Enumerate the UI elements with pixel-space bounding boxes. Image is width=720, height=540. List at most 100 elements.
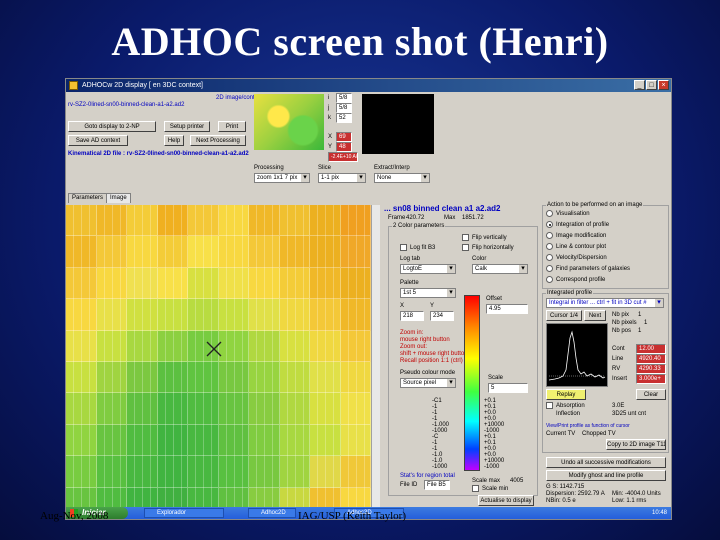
window-title-bar[interactable]: ADHOCw 2D display [ en 3DC context] _ □ … (66, 79, 671, 92)
map-cell[interactable] (66, 267, 97, 300)
map-cell[interactable] (310, 393, 341, 425)
map-cell[interactable] (279, 393, 310, 425)
map-cell[interactable] (218, 424, 249, 457)
action-option-radio[interactable] (546, 210, 553, 217)
integrated-select[interactable]: Integral in filter ... ctrl + fit in 3D … (546, 298, 664, 308)
map-cell[interactable] (218, 361, 249, 394)
goto-display-button[interactable]: Goto display to 2-NP (68, 121, 156, 132)
map-cell[interactable] (127, 456, 158, 488)
map-cell[interactable] (96, 330, 127, 362)
next-processing-button[interactable]: Next Processing (190, 135, 246, 146)
action-option-radio[interactable] (546, 276, 553, 283)
cursor-prev-button[interactable]: Cursor 1/4 (546, 310, 582, 321)
map-cell[interactable] (157, 236, 188, 268)
map-cell[interactable] (218, 205, 249, 237)
map-cell[interactable] (66, 456, 97, 488)
map-cell[interactable] (66, 236, 97, 268)
map-cell[interactable] (340, 361, 371, 394)
map-cell[interactable] (96, 393, 127, 425)
action-option-radio[interactable] (546, 232, 553, 239)
map-cell[interactable] (66, 393, 97, 425)
map-cell[interactable] (279, 205, 310, 237)
map-cell[interactable] (127, 299, 158, 331)
map-cell[interactable] (340, 424, 371, 457)
map-cell[interactable] (157, 330, 188, 362)
map-cell[interactable] (249, 361, 280, 394)
map-cell[interactable] (127, 393, 158, 425)
map-cell[interactable] (188, 267, 219, 300)
tab-image[interactable]: Image (106, 193, 131, 203)
action-option-radio[interactable] (546, 265, 553, 272)
task-adhoc2d[interactable]: Adhoc2D (248, 508, 296, 518)
map-cell[interactable] (188, 456, 219, 488)
extract-select[interactable]: None (374, 173, 430, 183)
copy-2d-button[interactable]: Copy to 2D image T11 (606, 439, 666, 450)
map-cell[interactable] (310, 299, 341, 331)
map-cell[interactable] (96, 424, 127, 457)
scale-field[interactable]: 5 (488, 383, 528, 393)
minimize-button[interactable]: _ (634, 80, 645, 90)
map-cell[interactable] (249, 330, 280, 362)
map-cell[interactable] (249, 456, 280, 488)
tab-parameters[interactable]: Parameters (68, 193, 108, 203)
scale-min-checkbox[interactable] (472, 485, 479, 492)
x-field[interactable]: 69 (336, 132, 352, 142)
map-cell[interactable] (249, 424, 280, 457)
map-cell[interactable] (340, 236, 371, 268)
map-cell[interactable] (127, 267, 158, 300)
task-explorador[interactable]: Explorador (144, 508, 224, 518)
map-cell[interactable] (340, 205, 371, 237)
map-cell[interactable] (66, 361, 97, 394)
map-cell[interactable] (188, 205, 219, 237)
map-cell[interactable] (249, 236, 280, 268)
help-button[interactable]: Help (164, 135, 184, 146)
map-cell[interactable] (310, 205, 341, 237)
velocity-map[interactable] (66, 205, 371, 519)
map-cell[interactable] (188, 236, 219, 268)
i-field[interactable]: 5/8 (336, 93, 352, 103)
palette-select[interactable]: 1st 5 (400, 288, 456, 298)
map-cell[interactable] (340, 456, 371, 488)
close-button[interactable]: × (658, 80, 669, 90)
j-field[interactable]: 5/8 (336, 103, 352, 113)
map-cell[interactable] (310, 456, 341, 488)
flip-vertical-checkbox[interactable] (462, 234, 469, 241)
map-cell[interactable] (218, 299, 249, 331)
map-cell[interactable] (127, 330, 158, 362)
thumbnail-image[interactable] (254, 94, 324, 150)
save-context-button[interactable]: Save AD context (68, 135, 128, 146)
offset-field[interactable]: 4.95 (486, 304, 528, 314)
map-cell[interactable] (218, 330, 249, 362)
map-cell[interactable] (127, 361, 158, 394)
replay-button[interactable]: Replay (546, 389, 586, 400)
slice-select[interactable]: 1-1 pix (318, 173, 366, 183)
next-button[interactable]: Next (584, 310, 606, 321)
map-cell[interactable] (96, 236, 127, 268)
map-cell[interactable] (66, 424, 97, 457)
map-cell[interactable] (218, 456, 249, 488)
undo-modifications-button[interactable]: Undo all successive modifications (546, 457, 666, 468)
maximize-button[interactable]: □ (646, 80, 657, 90)
map-cell[interactable] (66, 205, 97, 237)
map-cell[interactable] (96, 205, 127, 237)
map-cell[interactable] (157, 299, 188, 331)
clear-button[interactable]: Clear (636, 389, 666, 400)
map-cell[interactable] (127, 236, 158, 268)
absorption-checkbox[interactable] (546, 402, 553, 409)
map-cell[interactable] (279, 236, 310, 268)
color-select[interactable]: Calk (472, 264, 528, 274)
map-cell[interactable] (340, 330, 371, 362)
pseudo-colour-select[interactable]: Source pixel (400, 378, 456, 388)
box-x-field[interactable]: 218 (400, 311, 424, 321)
map-cell[interactable] (127, 205, 158, 237)
map-cell[interactable] (310, 330, 341, 362)
processing-select[interactable]: zoom 1x1 7 pix (254, 173, 310, 183)
map-cell[interactable] (157, 361, 188, 394)
map-cell[interactable] (279, 456, 310, 488)
print-button[interactable]: Print (218, 121, 246, 132)
map-cell[interactable] (340, 299, 371, 331)
map-cell[interactable] (96, 267, 127, 300)
map-cell[interactable] (249, 393, 280, 425)
map-cell[interactable] (249, 205, 280, 237)
map-cell[interactable] (279, 424, 310, 457)
